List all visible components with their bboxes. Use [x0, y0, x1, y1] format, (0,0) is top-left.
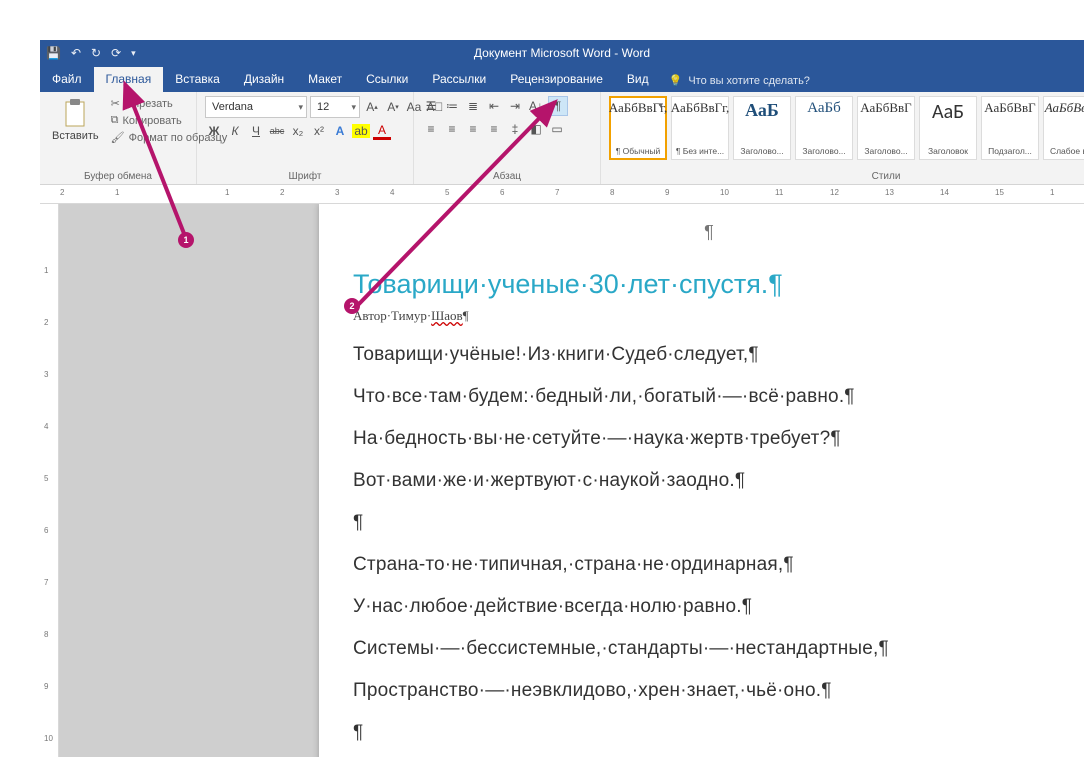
- title-bar: 💾 ↶ ↻ ⟳ ▾ Документ Microsoft Word - Word: [40, 40, 1084, 66]
- brush-icon: 🖌: [111, 131, 125, 144]
- document-line[interactable]: На·бедность·вы·не·сетуйте·—·наука·жертв·…: [353, 428, 1065, 450]
- document-canvas[interactable]: ¶ Товарищи·ученые·30·лет·спустя.¶ Автор·…: [59, 204, 1084, 757]
- group-label: Абзац: [422, 169, 592, 182]
- document-line[interactable]: Страна-то·не·типичная,·страна·не·ординар…: [353, 554, 1065, 576]
- document-line[interactable]: Вот·вами·же·и·жертвуют·с·наукой·заодно.¶: [353, 470, 1065, 492]
- tab-review[interactable]: Рецензирование: [498, 67, 615, 92]
- strike-button[interactable]: abc: [268, 122, 286, 140]
- document-line[interactable]: Товарищи·учёные!·Из·книги·Судеб·следует,…: [353, 344, 1065, 366]
- group-font: Verdana 12 A▴ A▾ Aa A⃠ Ж К Ч abc x₂ x² A…: [197, 92, 414, 184]
- bullets-button[interactable]: ☰: [422, 97, 440, 115]
- subscript-button[interactable]: x₂: [289, 122, 307, 140]
- ribbon-tabs: Файл Главная Вставка Дизайн Макет Ссылки…: [40, 66, 1084, 92]
- shading-button[interactable]: ◧: [527, 120, 545, 138]
- quick-access-toolbar: 💾 ↶ ↻ ⟳ ▾: [46, 40, 136, 66]
- superscript-button[interactable]: x²: [310, 122, 328, 140]
- style-item[interactable]: АаБЗаголовок: [919, 96, 977, 160]
- bold-button[interactable]: Ж: [205, 122, 223, 140]
- justify-button[interactable]: ≡: [485, 120, 503, 138]
- word-window: 💾 ↶ ↻ ⟳ ▾ Документ Microsoft Word - Word…: [40, 40, 1084, 757]
- document-title[interactable]: Товарищи·ученые·30·лет·спустя.¶: [353, 269, 1065, 300]
- document-line[interactable]: ¶: [353, 722, 1065, 744]
- tab-mailings[interactable]: Рассылки: [420, 67, 498, 92]
- paste-button[interactable]: Вставить: [48, 96, 103, 144]
- highlight-button[interactable]: ab: [352, 124, 370, 138]
- lightbulb-icon: 💡: [669, 74, 683, 87]
- line-spacing-button[interactable]: ‡: [506, 120, 524, 138]
- tab-file[interactable]: Файл: [40, 67, 94, 92]
- multilevel-button[interactable]: ≣: [464, 97, 482, 115]
- ribbon: Вставить ✂Вырезать ⧉Копировать 🖌Формат п…: [40, 92, 1084, 185]
- style-item[interactable]: АаБбВвГПодзагол...: [981, 96, 1039, 160]
- copy-icon: ⧉: [111, 114, 119, 127]
- tab-insert[interactable]: Вставка: [163, 67, 232, 92]
- align-center-button[interactable]: ≡: [443, 120, 461, 138]
- scissors-icon: ✂: [111, 97, 120, 110]
- pilcrow-button[interactable]: ¶: [548, 96, 568, 116]
- font-name-select[interactable]: Verdana: [205, 96, 307, 118]
- style-item[interactable]: АаБЗаголово...: [733, 96, 791, 160]
- pilcrow-mark: ¶: [353, 222, 1065, 243]
- shrink-font-button[interactable]: A▾: [384, 98, 402, 116]
- numbering-button[interactable]: ≔: [443, 97, 461, 115]
- borders-button[interactable]: ▭: [548, 120, 566, 138]
- style-item[interactable]: АаБбЗаголово...: [795, 96, 853, 160]
- group-paragraph: ☰ ≔ ≣ ⇤ ⇥ A↓ ¶ ≡ ≡ ≡ ≡ ‡ ◧ ▭ А: [414, 92, 601, 184]
- undo-icon[interactable]: ↶: [71, 46, 81, 60]
- document-line[interactable]: Системы·—·бессистемные,·стандарты·—·нест…: [353, 638, 1065, 660]
- font-color-button[interactable]: A: [373, 123, 391, 140]
- document-line[interactable]: Пространство·—·неэвклидово,·хрен·знает,·…: [353, 680, 1065, 702]
- tab-references[interactable]: Ссылки: [354, 67, 420, 92]
- document-author[interactable]: Автор·Тимур·Шаов¶: [353, 308, 1065, 324]
- decrease-indent-button[interactable]: ⇤: [485, 97, 503, 115]
- tell-me[interactable]: 💡 Что вы хотите сделать?: [661, 69, 818, 92]
- tab-design[interactable]: Дизайн: [232, 67, 296, 92]
- style-item[interactable]: АаБбВвГгСлабое в...: [1043, 96, 1084, 160]
- underline-button[interactable]: Ч: [247, 122, 265, 140]
- tab-layout[interactable]: Макет: [296, 67, 354, 92]
- group-styles: АаБбВвГг,¶ ОбычныйАаБбВвГг,¶ Без инте...…: [601, 92, 1084, 184]
- vertical-ruler[interactable]: 1234567891011: [40, 204, 59, 757]
- tab-view[interactable]: Вид: [615, 67, 661, 92]
- document-line[interactable]: Что·все·там·будем:·бедный·ли,·богатый·—·…: [353, 386, 1065, 408]
- tab-home[interactable]: Главная: [94, 67, 164, 92]
- document-line[interactable]: У·нас·любое·действие·всегда·нолю·равно.¶: [353, 596, 1065, 618]
- font-size-select[interactable]: 12: [310, 96, 360, 118]
- group-label: Буфер обмена: [48, 169, 188, 182]
- group-label: Стили: [609, 169, 1084, 182]
- clipboard-icon: [62, 98, 88, 128]
- style-item[interactable]: АаБбВвГг,¶ Обычный: [609, 96, 667, 160]
- text-effects-button[interactable]: A: [331, 122, 349, 140]
- qat-more-icon[interactable]: ▾: [131, 48, 136, 59]
- document-line[interactable]: ¶: [353, 512, 1065, 534]
- horizontal-ruler[interactable]: 211234567891011121314151: [40, 185, 1084, 204]
- group-label: Шрифт: [205, 169, 405, 182]
- save-icon[interactable]: 💾: [46, 46, 61, 60]
- window-title: Документ Microsoft Word - Word: [474, 46, 650, 60]
- italic-button[interactable]: К: [226, 122, 244, 140]
- refresh-icon[interactable]: ⟳: [111, 46, 121, 60]
- redo-icon[interactable]: ↻: [91, 46, 101, 60]
- group-clipboard: Вставить ✂Вырезать ⧉Копировать 🖌Формат п…: [40, 92, 197, 184]
- grow-font-button[interactable]: A▴: [363, 98, 381, 116]
- increase-indent-button[interactable]: ⇥: [506, 97, 524, 115]
- align-right-button[interactable]: ≡: [464, 120, 482, 138]
- align-left-button[interactable]: ≡: [422, 120, 440, 138]
- page[interactable]: ¶ Товарищи·ученые·30·лет·спустя.¶ Автор·…: [319, 204, 1084, 757]
- style-item[interactable]: АаБбВвГЗаголово...: [857, 96, 915, 160]
- style-item[interactable]: АаБбВвГг,¶ Без инте...: [671, 96, 729, 160]
- sort-button[interactable]: A↓: [527, 97, 545, 115]
